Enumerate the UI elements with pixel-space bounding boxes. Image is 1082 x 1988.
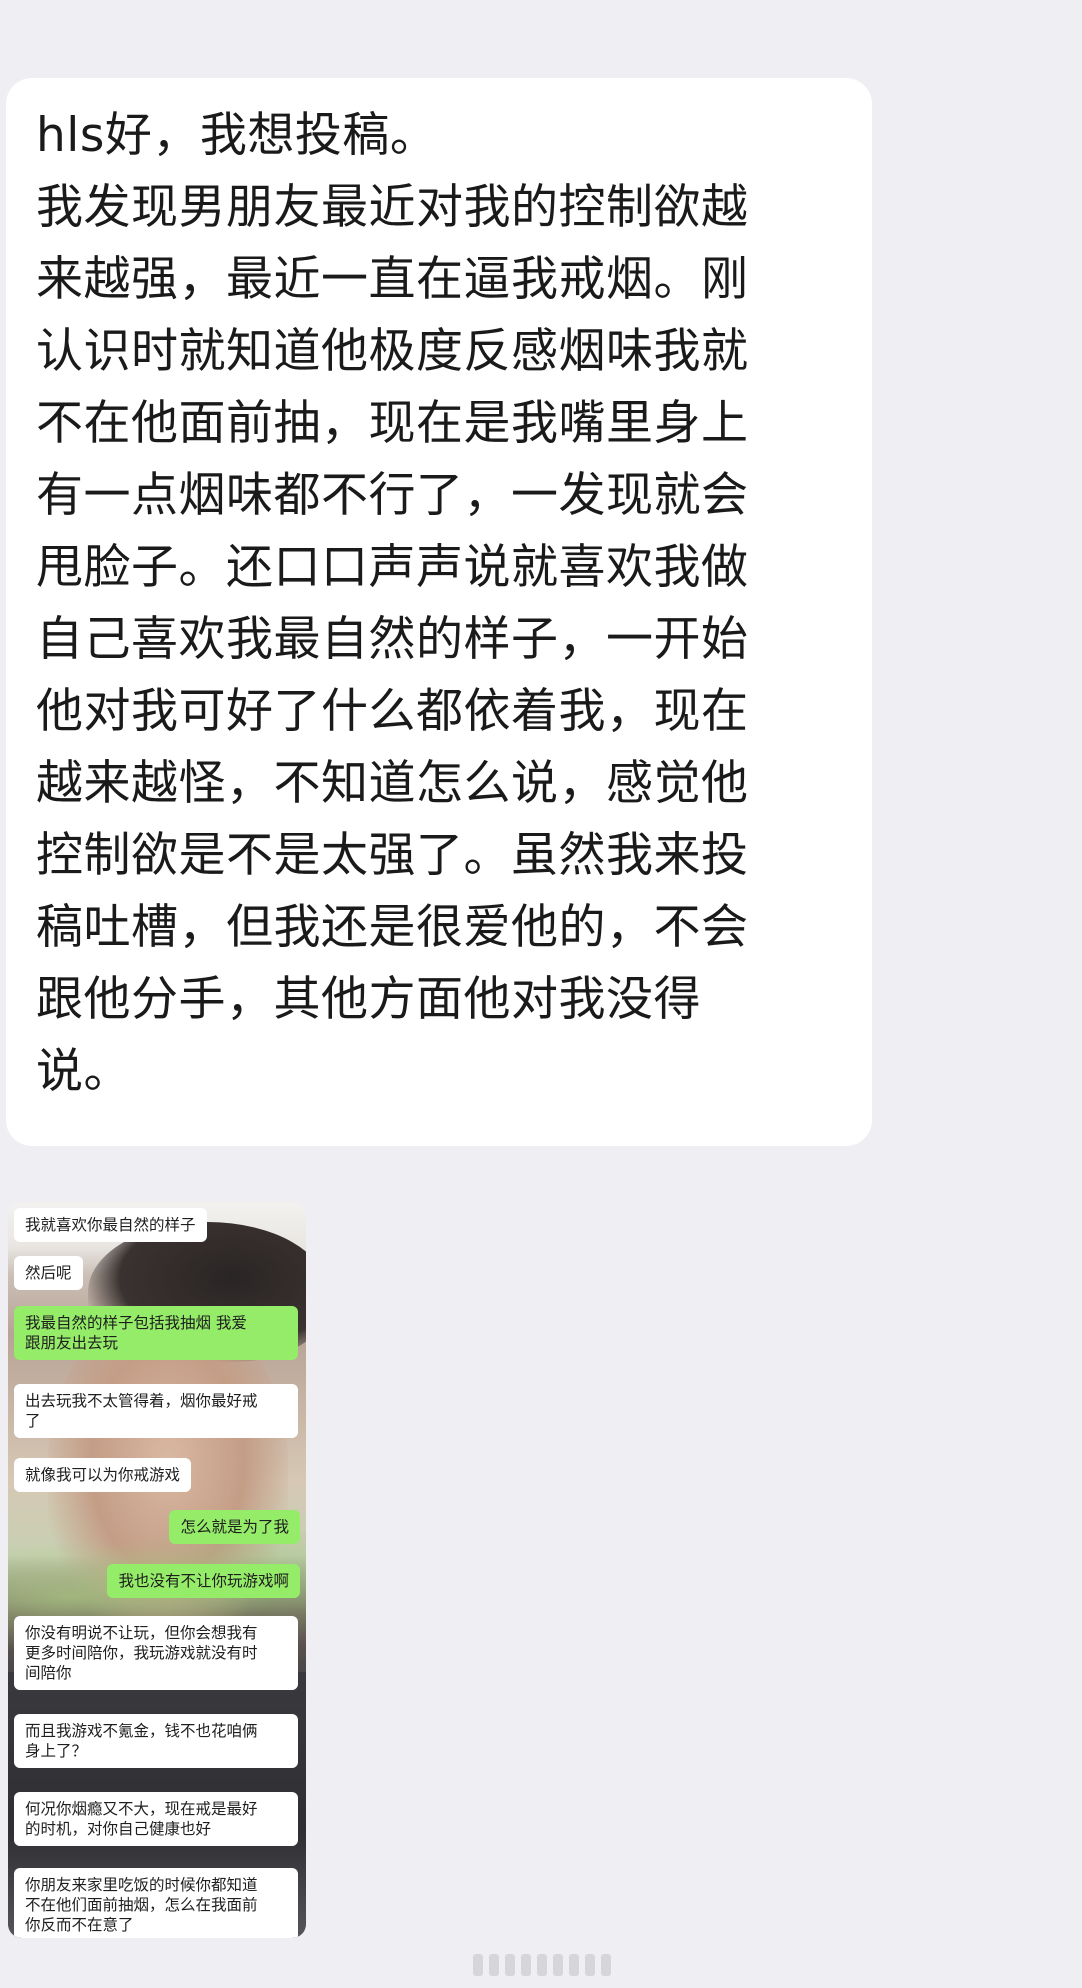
page-indicator-dot bbox=[553, 1954, 563, 1976]
message-line: 来越强，最近一直在逼我戒烟。刚 bbox=[36, 252, 749, 307]
message-line: 控制欲是不是太强了。虽然我来投 bbox=[36, 828, 749, 883]
page-indicator-dot bbox=[505, 1954, 515, 1976]
page-indicator bbox=[424, 1952, 660, 1978]
message-line: 甩脸子。还口口声声说就喜欢我做 bbox=[36, 540, 749, 595]
page-indicator-dot bbox=[601, 1954, 611, 1976]
screen: { "main_message": { "lines": [ "hls好，我想投… bbox=[0, 0, 1082, 1988]
message-line: 跟他分手，其他方面他对我没得 bbox=[36, 972, 701, 1027]
message-line: 自己喜欢我最自然的样子，一开始 bbox=[36, 612, 749, 667]
page-indicator-dot bbox=[537, 1954, 547, 1976]
page-indicator-dot bbox=[585, 1954, 595, 1976]
message-bubble[interactable]: hls好，我想投稿。 我发现男朋友最近对我的控制欲越 来越强，最近一直在逼我戒烟… bbox=[6, 78, 872, 1146]
chat-bubble-received: 出去玩我不太管得着，烟你最好戒 了 bbox=[14, 1384, 298, 1438]
page-indicator-dot bbox=[489, 1954, 499, 1976]
chat-bubble-received: 就像我可以为你戒游戏 bbox=[14, 1458, 192, 1492]
chat-bubble-received: 你朋友来家里吃饭的时候你都知道 不在他们面前抽烟，怎么在我面前 你反而不在意了 bbox=[14, 1868, 298, 1938]
chat-bubble-received: 然后呢 bbox=[14, 1256, 83, 1290]
message-line: 有一点烟味都不行了，一发现就会 bbox=[36, 468, 749, 523]
message-line: 稿吐槽，但我还是很爱他的，不会 bbox=[36, 900, 749, 955]
message-line: 说。 bbox=[36, 1044, 131, 1099]
chat-bubble-received: 而且我游戏不氪金，钱不也花咱俩 身上了？ bbox=[14, 1714, 298, 1768]
page-indicator-dot bbox=[569, 1954, 579, 1976]
page-indicator-dot bbox=[473, 1954, 483, 1976]
message-line: hls好，我想投稿。 bbox=[36, 108, 438, 163]
message-line: 不在他面前抽，现在是我嘴里身上 bbox=[36, 396, 749, 451]
chat-screenshot-image[interactable]: 我就喜欢你最自然的样子 然后呢 我最自然的样子包括我抽烟 我爱 跟朋友出去玩 出… bbox=[8, 1202, 306, 1938]
page-indicator-dot bbox=[521, 1954, 531, 1976]
chat-bubble-received: 何况你烟瘾又不大，现在戒是最好 的时机，对你自己健康也好 bbox=[14, 1792, 298, 1846]
message-line: 越来越怪，不知道怎么说，感觉他 bbox=[36, 756, 749, 811]
message-line: 我发现男朋友最近对我的控制欲越 bbox=[36, 180, 749, 235]
chat-bubble-sent: 我也没有不让你玩游戏啊 bbox=[107, 1564, 300, 1598]
chat-bubble-sent: 我最自然的样子包括我抽烟 我爱 跟朋友出去玩 bbox=[14, 1306, 298, 1360]
message-line: 他对我可好了什么都依着我，现在 bbox=[36, 684, 749, 739]
chat-bubble-received: 我就喜欢你最自然的样子 bbox=[14, 1208, 207, 1242]
message-line: 认识时就知道他极度反感烟味我就 bbox=[36, 324, 749, 379]
chat-bubble-sent: 怎么就是为了我 bbox=[169, 1510, 300, 1544]
chat-bubble-received: 你没有明说不让玩，但你会想我有 更多时间陪你，我玩游戏就没有时 间陪你 bbox=[14, 1616, 298, 1690]
